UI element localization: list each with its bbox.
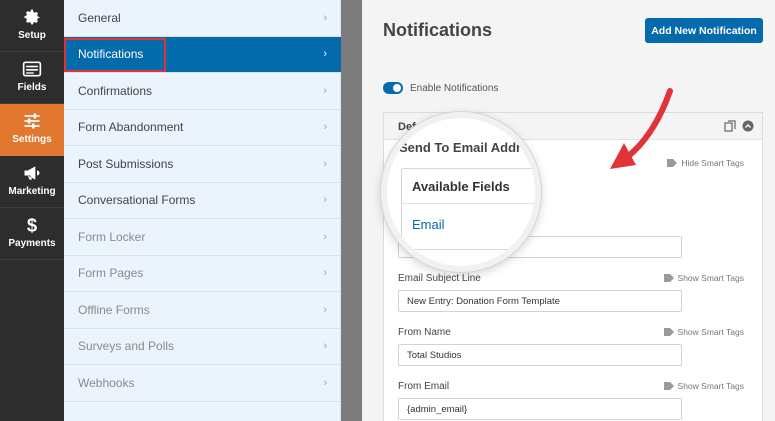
divider (402, 203, 535, 204)
arrow-annotation-icon (610, 88, 673, 169)
page-title: Notifications (383, 20, 493, 40)
subnav-item-label: Form Pages (78, 266, 144, 281)
subnav-item-label: Surveys and Polls (78, 339, 175, 354)
subnav-item-form-locker[interactable]: Form Locker › (64, 219, 341, 256)
subnav-item-post-submissions[interactable]: Post Submissions › (64, 146, 341, 183)
enable-notifications-row: Enable Notifications (383, 82, 498, 94)
subnav-item-label: Form Locker (78, 229, 146, 244)
chevron-right-icon: › (323, 121, 327, 134)
smart-tags-label: Show Smart Tags (677, 381, 744, 391)
available-fields-title: Available Fields (412, 179, 510, 194)
subnav-item-general[interactable]: General › (64, 0, 341, 37)
rail-item-label: Setup (18, 30, 46, 41)
subnav-item-label: Webhooks (78, 375, 135, 390)
chevron-right-icon: › (323, 230, 327, 243)
panel-gutter (341, 0, 362, 421)
chevron-right-icon: › (323, 194, 327, 207)
email-subject-label: Email Subject Line (398, 273, 481, 284)
from-email-label: From Email (398, 381, 450, 392)
chevron-right-icon: › (323, 48, 327, 61)
chevron-right-icon: › (323, 11, 327, 24)
smart-tags-label: Hide Smart Tags (681, 158, 744, 168)
smart-tags-label: Show Smart Tags (677, 273, 744, 283)
available-field-email[interactable]: Email (412, 217, 445, 232)
rail-item-fields[interactable]: Fields (0, 52, 64, 104)
list-icon (22, 61, 42, 77)
builder-sidebar: Setup Fields Settings Marketing $ Paymen… (0, 0, 64, 421)
chevron-right-icon: › (323, 376, 327, 389)
panel-header-actions (724, 120, 754, 132)
subnav-item-label: General (78, 10, 121, 25)
tag-icon (663, 382, 674, 390)
subnav-item-label: Offline Forms (78, 302, 150, 317)
gear-icon (24, 9, 40, 25)
sliders-icon (24, 113, 40, 129)
clone-icon[interactable] (724, 120, 736, 132)
subnav-item-webhooks[interactable]: Webhooks › (64, 365, 341, 402)
subnav-item-surveys-and-polls[interactable]: Surveys and Polls › (64, 329, 341, 365)
rail-item-setup[interactable]: Setup (0, 0, 64, 52)
from-name-input[interactable]: Total Studios (398, 344, 682, 366)
subnav-item-label: Post Submissions (78, 156, 174, 171)
rail-item-settings[interactable]: Settings (0, 104, 64, 156)
tag-icon (663, 328, 674, 336)
rail-item-label: Fields (17, 82, 47, 93)
from-email-input[interactable]: {admin_email} (398, 398, 682, 420)
from-email-smart-tags-toggle[interactable]: Show Smart Tags (663, 381, 744, 391)
subnav-item-form-abandonment[interactable]: Form Abandonment › (64, 110, 341, 146)
smart-tags-label: Show Smart Tags (677, 327, 744, 337)
chevron-right-icon: › (323, 267, 327, 280)
chevron-right-icon: › (323, 84, 327, 97)
chevron-right-icon: › (323, 157, 327, 170)
subnav-item-confirmations[interactable]: Confirmations › (64, 73, 341, 110)
from-name-label: From Name (398, 327, 451, 338)
subnav-item-offline-forms[interactable]: Offline Forms › (64, 292, 341, 329)
subnav-item-label: Confirmations (78, 83, 153, 98)
enable-notifications-label: Enable Notifications (410, 82, 499, 94)
enable-notifications-toggle[interactable] (383, 82, 403, 94)
from-name-smart-tags-toggle[interactable]: Show Smart Tags (663, 327, 744, 337)
rail-item-label: Settings (12, 134, 52, 145)
zoom-magnifier: Send To Email Addr Available Fields Emai… (381, 112, 541, 272)
highlight-outline (64, 38, 166, 72)
magnified-send-to-label: Send To Email Addr (399, 140, 522, 155)
subject-smart-tags-toggle[interactable]: Show Smart Tags (663, 273, 744, 283)
svg-text:$: $ (27, 215, 37, 235)
rail-item-label: Marketing (8, 186, 56, 197)
chevron-right-icon: › (323, 303, 327, 316)
dollar-icon: $ (27, 215, 37, 235)
subnav-item-label: Form Abandonment (78, 120, 184, 135)
tag-icon (663, 274, 674, 282)
available-fields-dropdown: Available Fields Email (401, 168, 535, 250)
rail-item-label: Payments (8, 238, 56, 249)
rail-item-marketing[interactable]: Marketing (0, 156, 64, 208)
collapse-icon[interactable] (742, 120, 754, 132)
megaphone-icon (24, 166, 40, 180)
subnav-item-conversational-forms[interactable]: Conversational Forms › (64, 183, 341, 219)
rail-item-payments[interactable]: $ Payments (0, 208, 64, 260)
subnav-item-form-pages[interactable]: Form Pages › (64, 256, 341, 292)
add-new-notification-button[interactable]: Add New Notification (645, 18, 763, 43)
email-subject-input[interactable]: New Entry: Donation Form Template (398, 290, 682, 312)
subnav-item-label: Conversational Forms (78, 193, 196, 208)
chevron-right-icon: › (323, 340, 327, 353)
